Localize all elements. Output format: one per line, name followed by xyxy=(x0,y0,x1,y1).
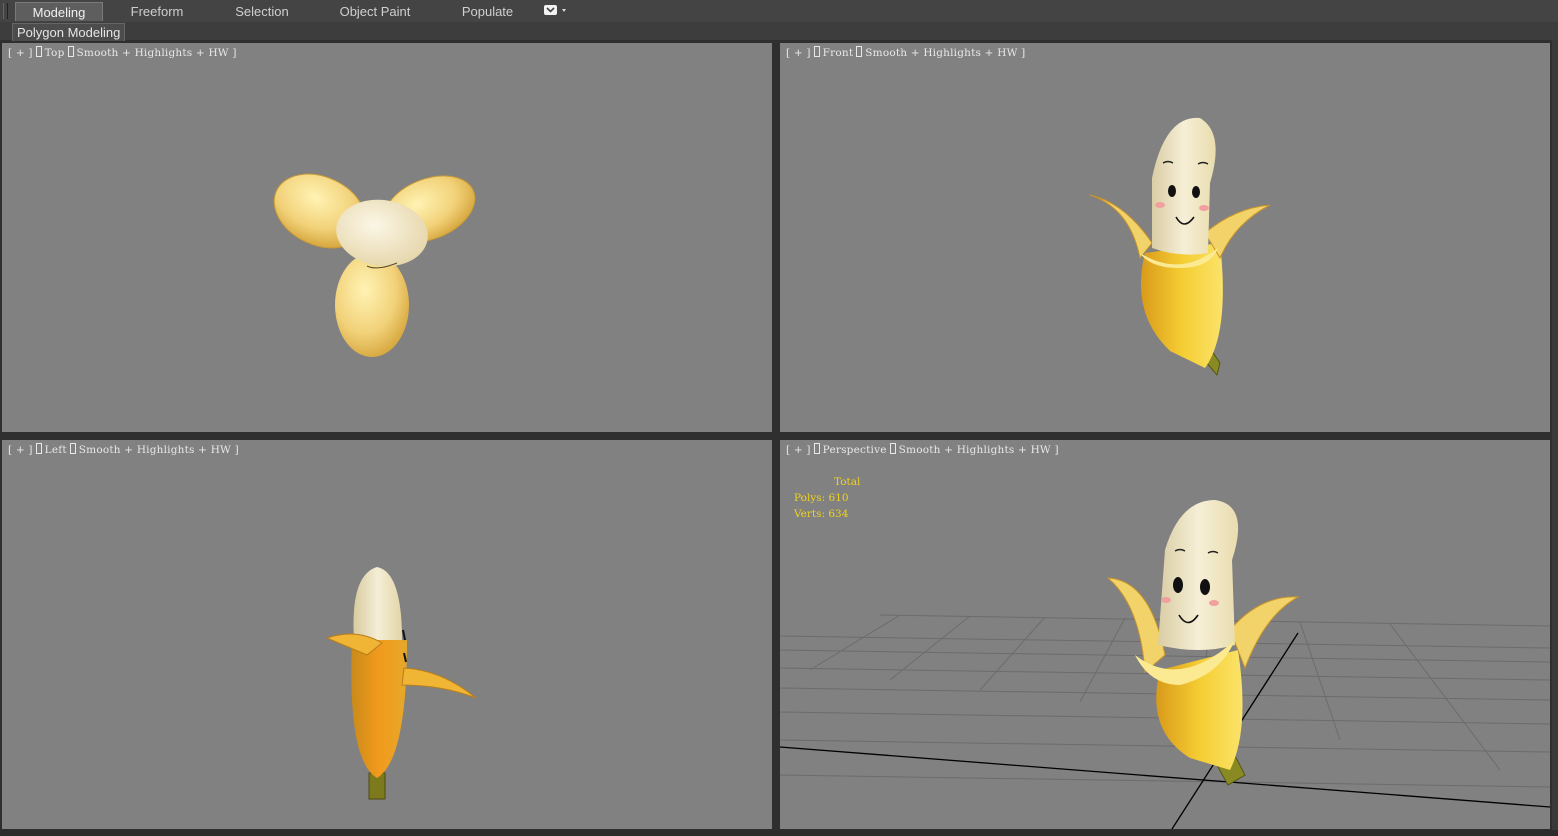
dropdown-toggle-icon[interactable] xyxy=(543,4,569,18)
ribbon-grip[interactable] xyxy=(3,3,8,19)
banana-left-view xyxy=(325,567,477,800)
ribbon-bar: Modeling Freeform Selection Object Paint… xyxy=(0,0,1558,23)
viewport-front[interactable]: [ + ] Front Smooth + Highlights + HW ] xyxy=(780,43,1550,432)
viewport-left[interactable]: [ + ] Left Smooth + Highlights + HW ] xyxy=(2,440,772,829)
banana-top-view xyxy=(273,173,476,357)
ribbon-panel-bar: Polygon Modeling xyxy=(0,22,1558,41)
tab-selection[interactable]: Selection xyxy=(222,2,302,21)
banana-front-view xyxy=(1089,117,1271,377)
tab-populate[interactable]: Populate xyxy=(450,2,525,21)
side-panel-edge xyxy=(1552,40,1558,836)
timeline-edge xyxy=(0,830,1558,836)
tab-freeform[interactable]: Freeform xyxy=(117,2,197,21)
polygon-modeling-panel-label[interactable]: Polygon Modeling xyxy=(12,23,126,41)
viewport-top[interactable]: [ + ] Top Smooth + Highlights + HW ] xyxy=(2,43,772,432)
perspective-scene xyxy=(780,500,1550,829)
viewport-perspective[interactable]: [ + ] Perspective Smooth + Highlights + HW… xyxy=(780,440,1550,829)
tab-object-paint[interactable]: Object Paint xyxy=(330,2,420,21)
tab-modeling[interactable]: Modeling xyxy=(15,2,103,21)
